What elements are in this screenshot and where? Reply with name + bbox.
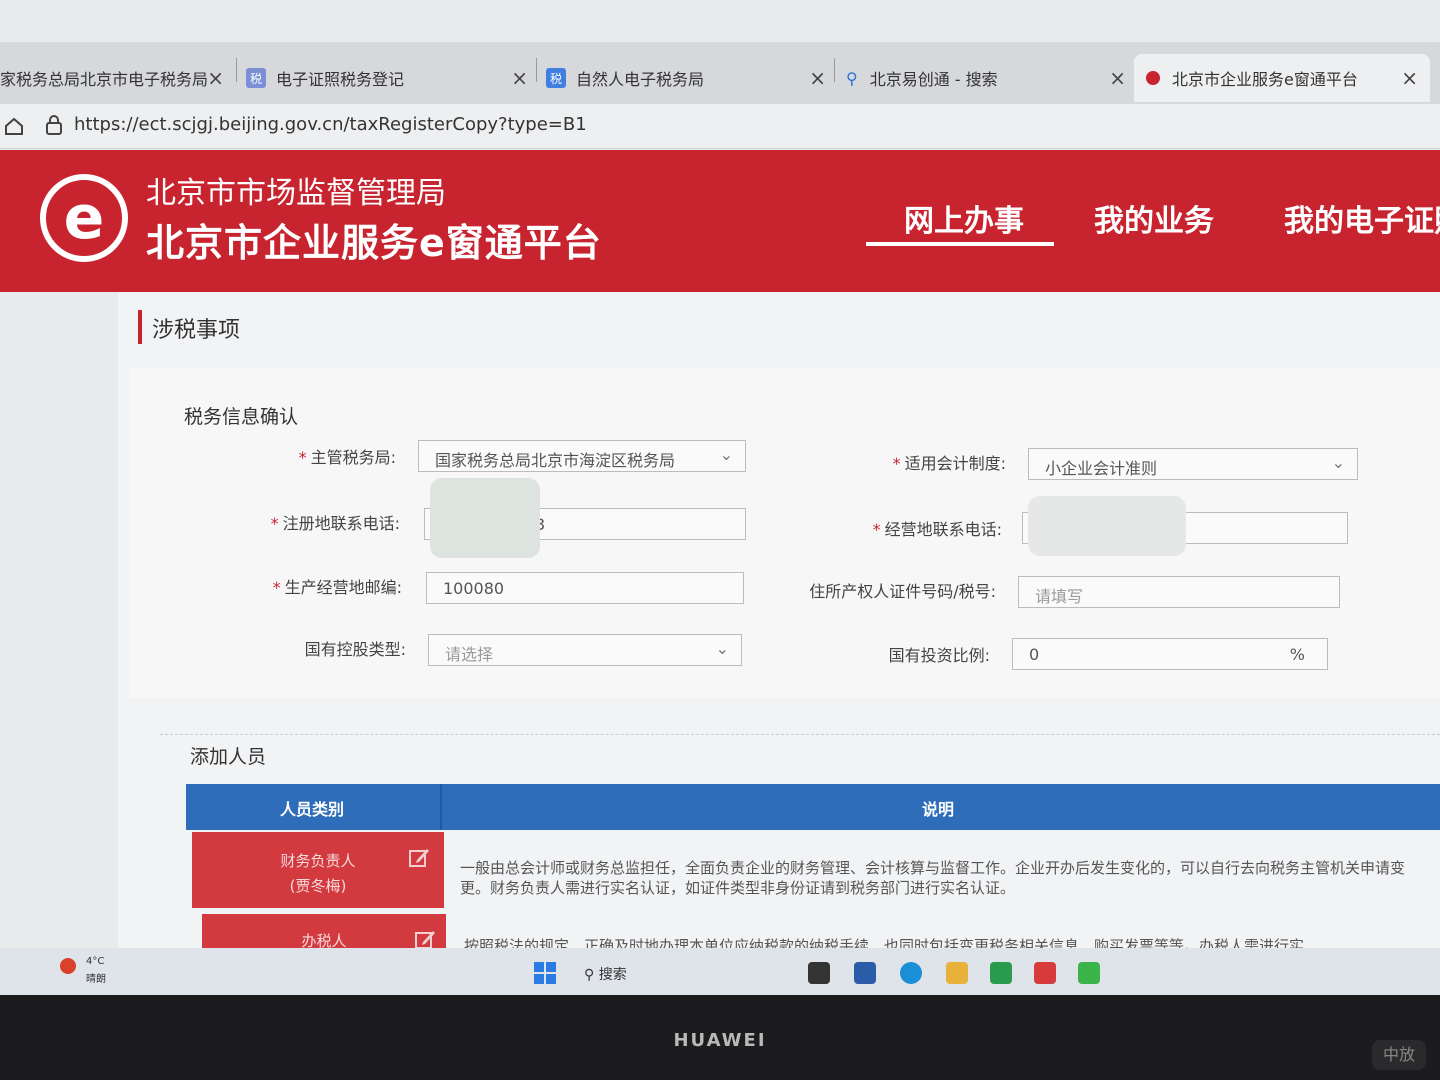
tax-form-title: 税务信息确认 (184, 406, 299, 428)
weather-icon (60, 958, 76, 974)
tax-site-icon: 税 (246, 68, 266, 88)
column-header-role: 人员类别 (280, 800, 345, 819)
chevron-down-icon: ⌄ (719, 445, 733, 464)
site-header: e 北京市市场监督管理局 北京市企业服务e窗通平台 网上办事 我的业务 我的电子… (0, 150, 1440, 292)
privacy-blur (430, 478, 540, 558)
tax-bureau-label: * 主管税务局: (298, 448, 396, 467)
edit-icon[interactable] (408, 846, 430, 868)
postcode-input[interactable]: 100080 (426, 572, 744, 604)
mail-icon[interactable] (854, 962, 876, 984)
tab-label: 北京市企业服务e窗通平台 (1172, 70, 1358, 89)
address-bar: https://ect.scjgj.beijing.gov.cn/taxRegi… (0, 104, 1440, 149)
privacy-blur (1028, 496, 1186, 556)
edit-icon[interactable] (414, 928, 436, 948)
weather-temp: 4°C (86, 956, 105, 967)
accounting-system-select[interactable]: 小企业会计准则 ⌄ (1028, 448, 1358, 480)
close-icon[interactable]: × (1109, 66, 1126, 90)
close-icon[interactable]: × (1401, 66, 1418, 90)
column-separator (440, 784, 442, 830)
section-title: 涉税事项 (152, 318, 241, 343)
finance-head-description: 一般由总会计师或财务总监担任，全面负责企业的财务管理、会计核算与监督工作。企业开… (460, 859, 1406, 897)
search-icon: ⚲ (846, 68, 858, 88)
accounting-system-value: 小企业会计准则 (1045, 459, 1158, 478)
owner-id-label: 住所产权人证件号码/税号: (809, 582, 996, 601)
tab-e-window-platform[interactable]: 北京市企业服务e窗通平台 × (1134, 54, 1430, 102)
tax-officer-description: 按照税法的规定，正确及时地办理本单位应纳税款的纳税手续，也同时包括变更税务相关信… (464, 937, 1305, 948)
lock-icon[interactable] (44, 114, 64, 136)
tab-tax-bureau[interactable]: 家税务总局北京市电子税务局 × (0, 54, 230, 102)
state-holding-type-label: 国有控股类型: (304, 640, 406, 659)
wps-icon[interactable] (1034, 962, 1056, 984)
url-field[interactable]: https://ect.scjgj.beijing.gov.cn/taxRegi… (74, 114, 587, 135)
section-marker (138, 310, 142, 344)
role-label: 财务负责人 (280, 852, 356, 870)
role-label: 办税人 (301, 932, 347, 948)
reg-phone-label: * 注册地联系电话: (270, 514, 400, 533)
tab-e-license[interactable]: 税 电子证照税务登记 × (246, 54, 528, 102)
role-person-name: (贾冬梅) (289, 877, 347, 895)
postcode-value: 100080 (443, 579, 505, 598)
taskbar-search-label: 搜索 (598, 967, 627, 983)
emblem-icon (1146, 71, 1160, 85)
tab-label: 北京易创通 - 搜索 (869, 70, 998, 89)
windows-start-icon[interactable] (534, 962, 556, 984)
section-divider (160, 734, 1440, 736)
app-icon[interactable] (808, 962, 830, 984)
watermark: 中放 (1372, 1040, 1426, 1070)
state-invest-ratio-input[interactable]: 0 % (1012, 638, 1328, 670)
postcode-label: * 生产经营地邮编: (272, 578, 402, 597)
state-holding-type-placeholder: 请选择 (445, 645, 494, 664)
tab-natural-person-tax[interactable]: 税 自然人电子税务局 × (546, 54, 826, 102)
percent-unit: % (1289, 645, 1305, 664)
laptop-brand-label: HUAWEI (673, 1030, 767, 1051)
nav-my-e-license[interactable]: 我的电子证照 (1284, 196, 1440, 240)
chevron-down-icon: ⌄ (1331, 453, 1345, 472)
state-holding-type-select[interactable]: 请选择 ⌄ (428, 634, 742, 666)
e-logo-icon: e (40, 174, 128, 262)
tab-label: 家税务总局北京市电子税务局 (0, 70, 209, 89)
browser-tab-bar: 家税务总局北京市电子税务局 × 税 电子证照税务登记 × 税 自然人电子税务局 … (0, 42, 1440, 104)
nav-online-services[interactable]: 网上办事 (904, 196, 1024, 240)
platform-name: 北京市企业服务e窗通平台 (146, 221, 602, 265)
owner-id-input[interactable]: 请填写 (1018, 576, 1340, 608)
nav-active-indicator (866, 242, 1054, 246)
tax-bureau-select[interactable]: 国家税务总局北京市海淀区税务局 ⌄ (418, 440, 746, 472)
edge-browser-icon[interactable] (900, 962, 922, 984)
store-icon[interactable] (990, 962, 1012, 984)
personnel-title: 添加人员 (190, 746, 267, 768)
tab-separator (236, 58, 237, 82)
role-finance-head-button[interactable]: 财务负责人 (贾冬梅) (192, 832, 444, 908)
close-icon[interactable]: × (207, 66, 224, 90)
role-tax-officer-button[interactable]: 办税人 (202, 914, 446, 948)
weather-text: 晴朗 (86, 974, 106, 985)
wechat-icon[interactable] (1078, 962, 1100, 984)
folder-icon[interactable] (946, 962, 968, 984)
screen: 家税务总局北京市电子税务局 × 税 电子证照税务登记 × 税 自然人电子税务局 … (0, 0, 1440, 995)
state-invest-ratio-label: 国有投资比例: (888, 646, 990, 665)
taskbar-search[interactable]: ⚲ 搜索 (584, 964, 627, 984)
search-icon: ⚲ (584, 967, 595, 983)
nav-my-business[interactable]: 我的业务 (1094, 196, 1214, 240)
chevron-down-icon: ⌄ (715, 639, 729, 658)
tab-separator (536, 58, 537, 82)
biz-phone-label: * 经营地联系电话: (872, 520, 1002, 539)
tab-label: 自然人电子税务局 (576, 70, 705, 89)
tax-bureau-value: 国家税务总局北京市海淀区税务局 (435, 451, 676, 470)
owner-id-placeholder: 请填写 (1035, 587, 1084, 606)
org-name: 北京市市场监督管理局 (146, 176, 446, 211)
tab-separator (834, 58, 835, 82)
close-icon[interactable]: × (511, 66, 528, 90)
home-icon[interactable] (4, 116, 24, 136)
tab-label: 电子证照税务登记 (276, 70, 405, 89)
tax-site-icon: 税 (546, 68, 566, 88)
tab-search[interactable]: ⚲ 北京易创通 - 搜索 × (846, 54, 1126, 102)
os-taskbar: 4°C 晴朗 ⚲ 搜索 (0, 948, 1440, 995)
accounting-system-label: * 适用会计制度: (892, 454, 1006, 473)
close-icon[interactable]: × (809, 66, 826, 90)
state-invest-ratio-value: 0 (1029, 645, 1040, 664)
personnel-table-header: 人员类别 说明 (186, 784, 1440, 830)
column-header-description: 说明 (922, 800, 955, 819)
